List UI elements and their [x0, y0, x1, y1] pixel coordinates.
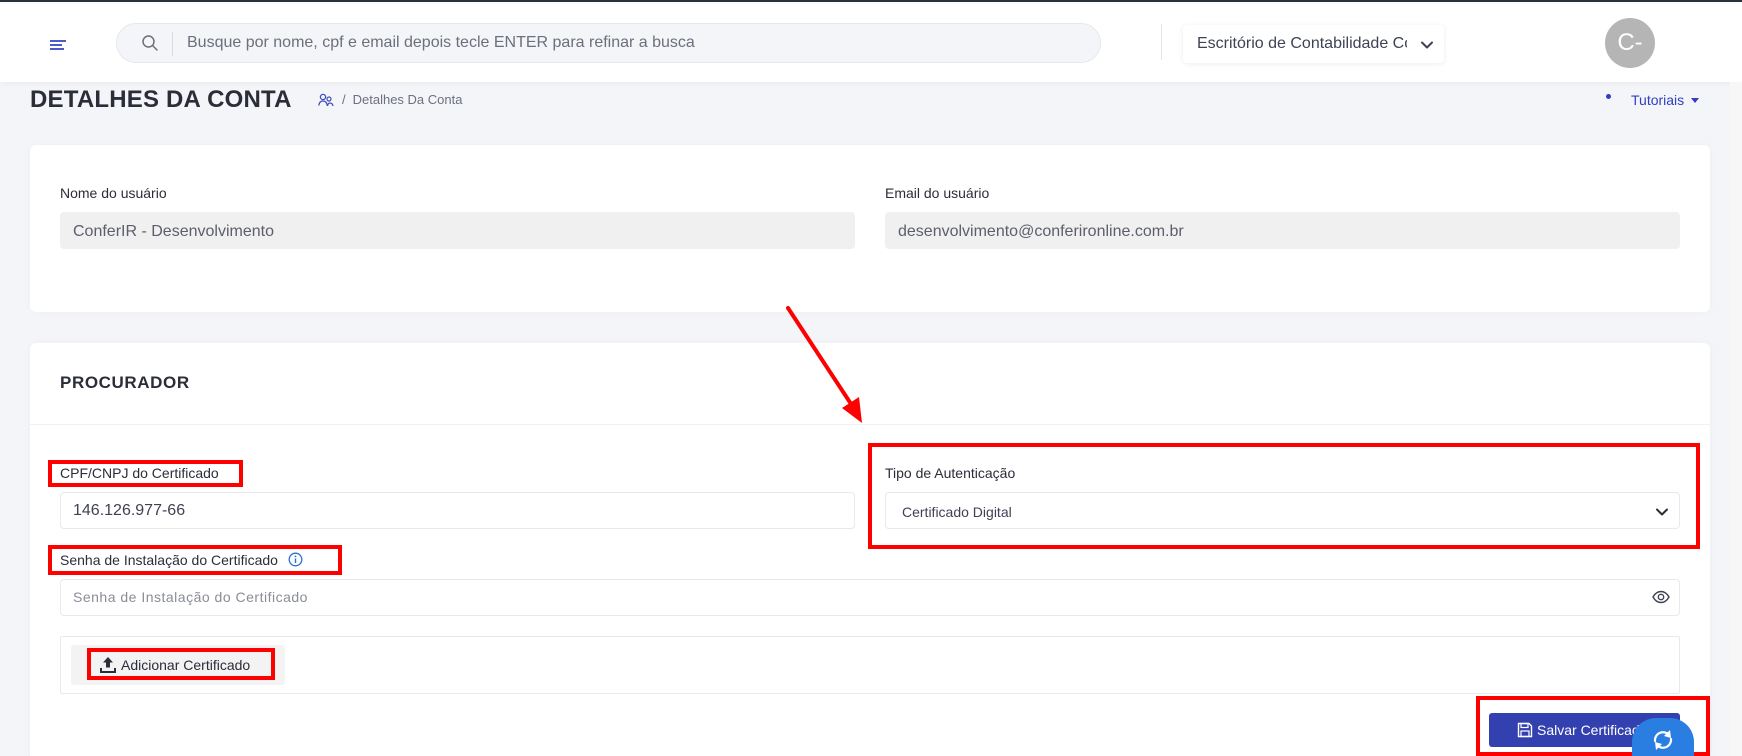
username-label: Nome do usuário: [60, 185, 167, 201]
password-wrapper: [60, 579, 1680, 616]
account-details-card: Nome do usuário ConferIR - Desenvolvimen…: [30, 145, 1710, 312]
scrollbar[interactable]: [1730, 82, 1742, 756]
procurador-card: PROCURADOR CPF/CNPJ do Certificado Tipo …: [30, 343, 1710, 756]
caret-down-icon: [1691, 97, 1700, 103]
section-title: PROCURADOR: [60, 373, 190, 392]
upload-area: Adicionar Certificado: [60, 636, 1680, 694]
menu-icon[interactable]: [50, 40, 66, 54]
dot-icon: [1606, 93, 1611, 99]
tutorials-dropdown[interactable]: Tutoriais: [1606, 92, 1700, 108]
password-label: Senha de Instalação do Certificado: [60, 552, 278, 568]
search-separator: [172, 32, 173, 56]
chevron-down-icon: [1421, 41, 1433, 49]
search-bar: [116, 23, 1101, 63]
refresh-fab-button[interactable]: [1632, 718, 1694, 756]
auth-type-value: Certificado Digital: [902, 504, 1012, 520]
users-icon[interactable]: [318, 93, 334, 107]
username-field: ConferIR - Desenvolvimento: [60, 212, 855, 249]
page-title: DETALHES DA CONTA: [30, 86, 292, 113]
header-divider: [1161, 24, 1162, 60]
auth-type-label: Tipo de Autenticação: [885, 465, 1016, 481]
section-divider: [30, 424, 1710, 425]
breadcrumb-separator: /: [342, 92, 346, 107]
add-certificate-label: Adicionar Certificado: [121, 657, 251, 673]
avatar[interactable]: C-: [1605, 18, 1655, 68]
add-certificate-button[interactable]: Adicionar Certificado: [71, 645, 285, 685]
upload-icon: [100, 657, 116, 673]
tutorials-label: Tutoriais: [1631, 92, 1685, 108]
info-icon[interactable]: [288, 552, 303, 567]
eye-icon[interactable]: [1652, 588, 1670, 606]
save-icon: [1517, 722, 1533, 738]
auth-type-select[interactable]: Certificado Digital: [885, 492, 1680, 529]
search-input[interactable]: [187, 24, 1067, 62]
search-icon: [142, 35, 158, 51]
breadcrumb: / Detalhes Da Conta: [318, 92, 462, 107]
breadcrumb-current: Detalhes Da Conta: [352, 92, 463, 107]
chevron-down-icon: [1656, 508, 1668, 516]
top-header: Escritório de Contabilidade Conf C-: [0, 2, 1742, 82]
password-label-row: Senha de Instalação do Certificado: [60, 552, 303, 568]
email-label: Email do usuário: [885, 185, 990, 201]
password-field[interactable]: [60, 579, 1680, 616]
save-certificate-label: Salvar Certificado: [1537, 722, 1648, 738]
cpf-field[interactable]: [60, 492, 855, 529]
email-field: desenvolvimento@conferironline.com.br: [885, 212, 1680, 249]
refresh-icon: [1653, 730, 1673, 750]
cpf-label: CPF/CNPJ do Certificado: [60, 465, 219, 481]
office-selector-label: Escritório de Contabilidade Conf: [1197, 35, 1407, 52]
office-selector[interactable]: Escritório de Contabilidade Conf: [1183, 25, 1444, 63]
